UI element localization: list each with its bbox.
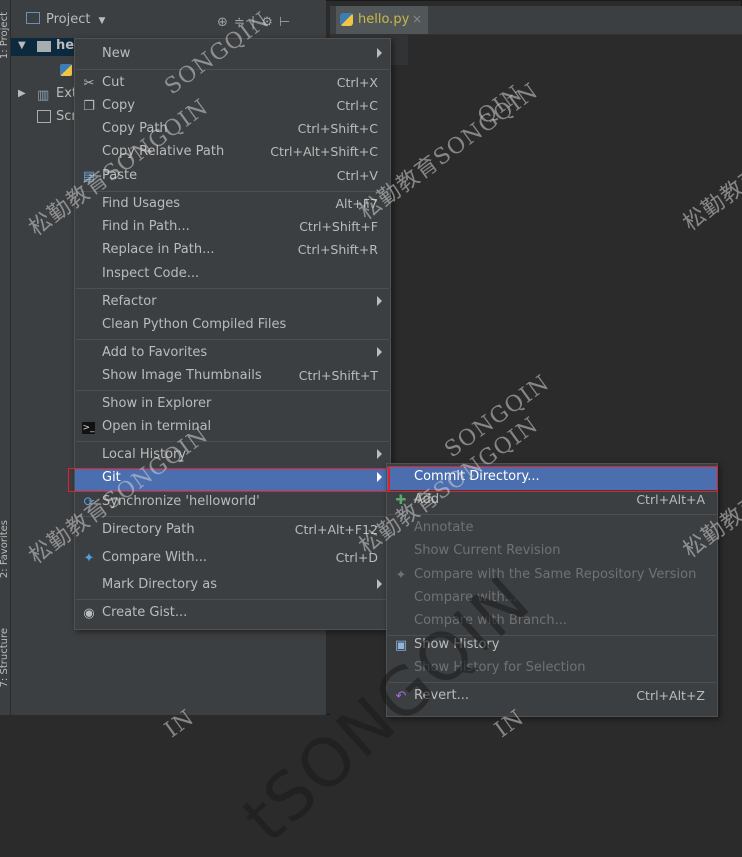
- menu-item-clean-python-compiled[interactable]: Clean Python Compiled Files: [75, 315, 390, 338]
- close-icon[interactable]: ×: [412, 12, 422, 26]
- project-view-selector[interactable]: Project ▼: [26, 12, 105, 27]
- menu-item-paste[interactable]: ▤ Paste Ctrl+V: [75, 166, 390, 189]
- menu-item-compare-with: Compare with...: [414, 590, 518, 605]
- menu-item-copy[interactable]: ❐ Copy Ctrl+C: [75, 96, 390, 119]
- github-icon: ◉: [83, 606, 95, 621]
- menu-item-show-in-explorer[interactable]: Show in Explorer: [75, 394, 390, 417]
- hide-icon[interactable]: ⊢: [279, 15, 296, 30]
- sync-icon: ⟳: [83, 495, 95, 510]
- python-file-icon: [60, 64, 72, 76]
- menu-item-show-current-revision: Show Current Revision: [414, 543, 561, 558]
- menu-separator: [76, 441, 389, 442]
- submenu-arrow-icon: [377, 472, 382, 482]
- compare-icon: ✦: [395, 568, 407, 583]
- menu-item-replace-in-path[interactable]: Replace in Path... Ctrl+Shift+R: [75, 240, 390, 263]
- tab-hello-py[interactable]: hello.py ×: [336, 6, 428, 34]
- left-tool-stripe: 1: Project 2: Favorites 7: Structure: [0, 0, 11, 715]
- menu-item-refactor[interactable]: Refactor: [75, 292, 390, 315]
- submenu-arrow-icon: [377, 347, 382, 357]
- terminal-icon: >_: [82, 422, 95, 434]
- menu-separator: [76, 288, 389, 289]
- project-header-toolbar: ⊕≑|⚙⊢: [217, 15, 296, 30]
- menu-separator: [76, 599, 389, 600]
- scratches-icon: [37, 110, 51, 123]
- menu-item-local-history[interactable]: Local History: [75, 445, 390, 468]
- tab-label: hello.py: [358, 12, 410, 27]
- menu-item-compare-with[interactable]: ✦ Compare With... Ctrl+D: [75, 548, 390, 571]
- project-icon: [26, 12, 40, 24]
- menu-item-cut[interactable]: ✂ Cut Ctrl+X: [75, 73, 390, 96]
- menu-separator: [388, 682, 716, 683]
- menu-separator: [76, 516, 389, 517]
- menu-item-open-in-terminal[interactable]: >_ Open in terminal: [75, 417, 390, 440]
- menu-separator: [76, 191, 389, 192]
- menu-item-revert[interactable]: ↶ Revert... Ctrl+Alt+Z: [387, 686, 717, 709]
- chevron-down-icon: ▼: [98, 16, 106, 26]
- python-file-icon: [340, 13, 353, 26]
- project-title: Project: [46, 12, 91, 27]
- menu-item-directory-path[interactable]: Directory Path Ctrl+Alt+F12: [75, 520, 390, 543]
- menu-item-find-in-path[interactable]: Find in Path... Ctrl+Shift+F: [75, 217, 390, 240]
- locate-icon[interactable]: ⊕: [217, 15, 234, 30]
- cut-icon: ✂: [83, 76, 95, 91]
- submenu-arrow-icon: [377, 296, 382, 306]
- expand-arrow-icon[interactable]: ▶: [18, 88, 26, 99]
- folder-icon: [37, 41, 51, 52]
- menu-item-find-usages[interactable]: Find Usages Alt+F7: [75, 194, 390, 217]
- menu-item-copy-relative-path[interactable]: Copy Relative Path Ctrl+Alt+Shift+C: [75, 142, 390, 165]
- menu-item-compare-with-branch: Compare with Branch...: [414, 613, 568, 628]
- add-icon: ✚: [395, 493, 407, 508]
- menu-item-show-image-thumbnails[interactable]: Show Image Thumbnails Ctrl+Shift+T: [75, 366, 390, 389]
- collapse-icon[interactable]: ≑: [234, 15, 251, 30]
- favorites-tool-label[interactable]: 2: Favorites: [0, 520, 10, 578]
- menu-item-show-history[interactable]: ▣ Show History: [387, 635, 717, 658]
- menu-separator: [76, 69, 389, 70]
- project-tool-label[interactable]: 1: Project: [0, 12, 10, 59]
- revert-icon: ↶: [395, 689, 407, 704]
- git-submenu: Commit Directory... ✚ Add Ctrl+Alt+A Annot…: [386, 463, 718, 717]
- menu-item-show-history-selection: Show History for Selection: [414, 660, 586, 675]
- menu-item-mark-directory-as[interactable]: Mark Directory as: [75, 575, 390, 598]
- menu-item-commit-directory[interactable]: Commit Directory...: [387, 467, 717, 490]
- submenu-arrow-icon: [377, 48, 382, 58]
- menu-item-git-add[interactable]: ✚ Add Ctrl+Alt+A: [387, 490, 717, 513]
- structure-tool-label[interactable]: 7: Structure: [0, 628, 10, 687]
- menu-item-add-to-favorites[interactable]: Add to Favorites: [75, 343, 390, 366]
- menu-item-annotate: Annotate: [414, 520, 474, 535]
- menu-separator: [76, 390, 389, 391]
- libraries-icon: ▥: [37, 88, 50, 103]
- menu-item-synchronize[interactable]: ⟳ Synchronize 'helloworld': [75, 492, 390, 515]
- gear-icon[interactable]: ⚙: [261, 15, 279, 30]
- submenu-arrow-icon: [377, 449, 382, 459]
- menu-item-create-gist[interactable]: ◉ Create Gist...: [75, 603, 390, 626]
- copy-icon: ❐: [83, 99, 95, 114]
- history-icon: ▣: [394, 638, 408, 653]
- divider: |: [250, 15, 262, 30]
- menu-item-inspect-code[interactable]: Inspect Code...: [75, 264, 390, 287]
- context-menu: New ✂ Cut Ctrl+X ❐ Copy Ctrl+C Copy Path Ctrl…: [74, 38, 391, 630]
- submenu-arrow-icon: [377, 579, 382, 589]
- menu-item-compare-same-repo-version: ✦ Compare with the Same Repository Versio…: [387, 565, 717, 588]
- menu-item-git[interactable]: Git: [75, 468, 390, 491]
- menu-item-new[interactable]: New: [75, 44, 390, 67]
- project-header: Project ▼ ⊕≑|⚙⊢: [11, 6, 326, 34]
- menu-separator: [76, 339, 389, 340]
- paste-icon: ▤: [82, 169, 96, 184]
- compare-icon: ✦: [83, 551, 95, 566]
- menu-separator: [388, 514, 716, 515]
- menu-item-copy-path[interactable]: Copy Path Ctrl+Shift+C: [75, 119, 390, 142]
- expand-arrow-icon[interactable]: ▼: [18, 40, 26, 51]
